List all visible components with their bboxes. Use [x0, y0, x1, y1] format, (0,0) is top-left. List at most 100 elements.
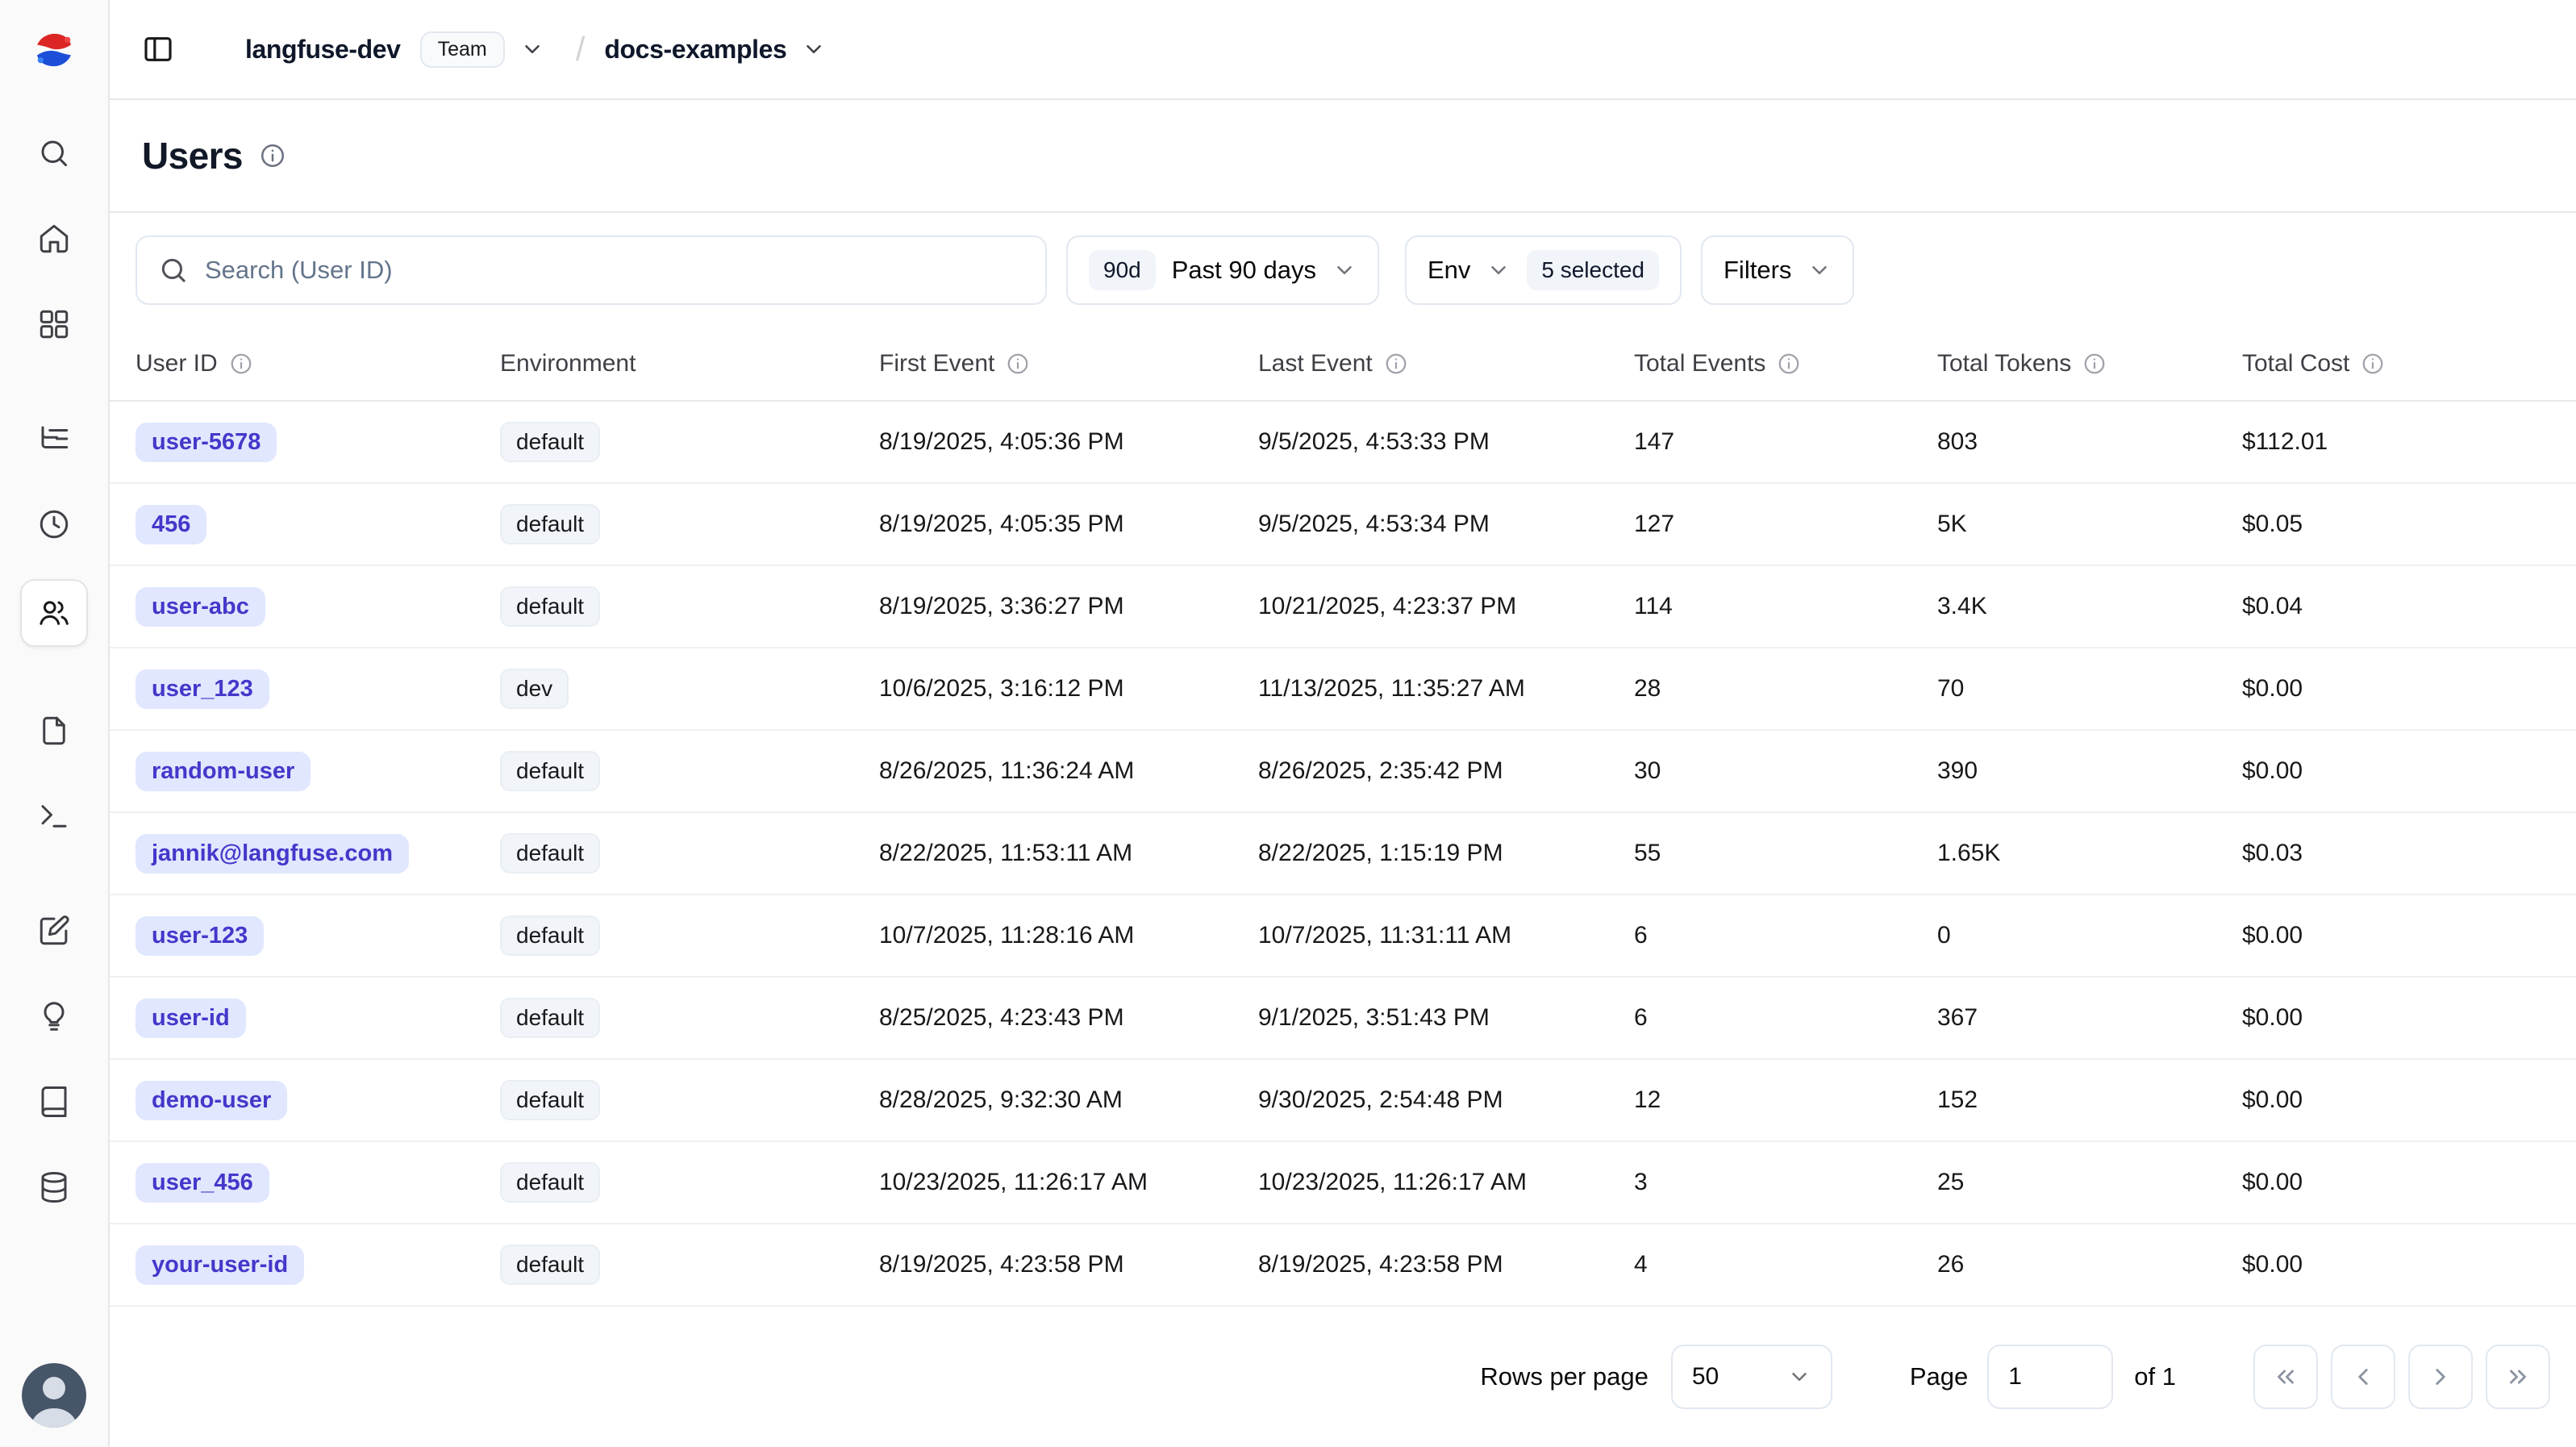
last-event-cell: 9/5/2025, 4:53:34 PM	[1232, 511, 1608, 538]
filters-button[interactable]: Filters	[1701, 236, 1854, 305]
project-name[interactable]: docs-examples	[604, 35, 786, 65]
column-header[interactable]: Total Cost	[2216, 350, 2576, 377]
env-filter-select[interactable]: Env 5 selected	[1405, 236, 1682, 305]
user-id-badge[interactable]: user-5678	[135, 423, 277, 462]
total-cost-cell: $0.00	[2216, 1169, 2576, 1196]
user-id-badge[interactable]: user-abc	[135, 587, 265, 627]
user-id-badge[interactable]: user-id	[135, 999, 246, 1038]
sidebar-item-tracing[interactable]	[23, 408, 85, 469]
rows-per-page-select[interactable]: 50	[1671, 1345, 1832, 1409]
user-id-badge[interactable]: user-123	[135, 916, 264, 956]
last-event-cell: 9/1/2025, 3:51:43 PM	[1232, 1004, 1608, 1032]
table-row[interactable]: user_456 default 10/23/2025, 11:26:17 AM…	[110, 1142, 2576, 1224]
column-label: Total Events	[1634, 350, 1765, 377]
sidebar-item-sessions[interactable]	[23, 494, 85, 555]
sidebar-toggle-button[interactable]	[135, 27, 181, 72]
page-number-input[interactable]	[1987, 1345, 2113, 1409]
column-header[interactable]: Total Events	[1608, 350, 1911, 377]
first-event-cell: 8/19/2025, 4:23:58 PM	[853, 1251, 1232, 1278]
date-range-shortcut-badge: 90d	[1089, 250, 1156, 290]
org-name[interactable]: langfuse-dev	[245, 35, 401, 65]
table-row[interactable]: user-abc default 8/19/2025, 3:36:27 PM 1…	[110, 566, 2576, 648]
first-page-button[interactable]	[2253, 1345, 2318, 1409]
environment-badge: dev	[500, 669, 569, 709]
sidebar-item-insights[interactable]	[23, 986, 85, 1047]
user-id-badge[interactable]: demo-user	[135, 1081, 287, 1120]
langfuse-logo[interactable]	[0, 0, 108, 100]
user-avatar[interactable]	[22, 1363, 86, 1428]
table-row[interactable]: demo-user default 8/28/2025, 9:32:30 AM …	[110, 1060, 2576, 1142]
search-icon	[37, 136, 71, 170]
square-pen-icon	[37, 914, 71, 948]
column-label: First Event	[879, 350, 994, 377]
column-label: Total Tokens	[1937, 350, 2071, 377]
column-header[interactable]: Environment	[474, 350, 853, 377]
table-row[interactable]: user-5678 default 8/19/2025, 4:05:36 PM …	[110, 402, 2576, 484]
user-id-badge[interactable]: user_456	[135, 1163, 269, 1203]
chevrons-left-icon	[2272, 1363, 2299, 1391]
next-page-button[interactable]	[2408, 1345, 2473, 1409]
column-header[interactable]: User ID	[110, 350, 474, 377]
user-id-badge[interactable]: user_123	[135, 669, 269, 709]
sidebar-item-prompts[interactable]	[23, 700, 85, 761]
column-header[interactable]: Last Event	[1232, 350, 1608, 377]
last-page-button[interactable]	[2486, 1345, 2550, 1409]
total-tokens-cell: 26	[1911, 1251, 2216, 1278]
column-info-icon	[229, 352, 253, 376]
sidebar-item-users[interactable]	[20, 579, 88, 647]
user-id-badge[interactable]: jannik@langfuse.com	[135, 834, 409, 874]
env-selected-badge: 5 selected	[1527, 250, 1659, 290]
total-cost-cell: $112.01	[2216, 428, 2576, 456]
sidebar-item-playground[interactable]	[23, 786, 85, 847]
column-info-icon	[1384, 352, 1408, 376]
langfuse-logo-icon	[31, 27, 77, 73]
chevrons-right-icon	[2504, 1363, 2532, 1391]
table-row[interactable]: jannik@langfuse.com default 8/22/2025, 1…	[110, 813, 2576, 895]
project-switcher-button[interactable]	[796, 31, 832, 67]
org-type-badge: Team	[420, 31, 505, 68]
table-row[interactable]: user-id default 8/25/2025, 4:23:43 PM 9/…	[110, 978, 2576, 1060]
total-events-cell: 127	[1608, 511, 1911, 538]
first-event-cell: 8/28/2025, 9:32:30 AM	[853, 1086, 1232, 1114]
user-id-badge[interactable]: your-user-id	[135, 1245, 304, 1285]
sidebar-item-evaluations[interactable]	[23, 900, 85, 961]
sidebar-item-home[interactable]	[23, 208, 85, 269]
table-row[interactable]: 456 default 8/19/2025, 4:05:35 PM 9/5/20…	[110, 484, 2576, 566]
page-header: Users	[110, 100, 2576, 213]
file-icon	[37, 714, 71, 748]
column-info-icon	[1006, 352, 1030, 376]
table-row[interactable]: user_123 dev 10/6/2025, 3:16:12 PM 11/13…	[110, 648, 2576, 731]
total-events-cell: 3	[1608, 1169, 1911, 1196]
first-event-cell: 8/19/2025, 4:05:35 PM	[853, 511, 1232, 538]
chevron-down-icon	[1787, 1365, 1811, 1389]
chevron-down-icon	[1332, 258, 1357, 282]
sidebar-item-dashboards[interactable]	[23, 294, 85, 355]
total-cost-cell: $0.03	[2216, 840, 2576, 867]
total-tokens-cell: 1.65K	[1911, 840, 2216, 867]
sidebar-item-datasets[interactable]	[23, 1157, 85, 1218]
user-id-badge[interactable]: 456	[135, 505, 206, 544]
date-range-select[interactable]: 90d Past 90 days	[1066, 236, 1379, 305]
page-title: Users	[142, 134, 243, 177]
table-row[interactable]: user-123 default 10/7/2025, 11:28:16 AM …	[110, 895, 2576, 978]
table-row[interactable]: your-user-id default 8/19/2025, 4:23:58 …	[110, 1224, 2576, 1307]
total-tokens-cell: 70	[1911, 675, 2216, 703]
total-cost-cell: $0.00	[2216, 1086, 2576, 1114]
sidebar-item-search[interactable]	[23, 123, 85, 184]
total-cost-cell: $0.04	[2216, 593, 2576, 620]
org-switcher-button[interactable]	[515, 31, 550, 67]
list-tree-icon	[37, 422, 71, 456]
search-input[interactable]	[205, 256, 1024, 285]
chevron-right-icon	[2427, 1363, 2454, 1391]
previous-page-button[interactable]	[2331, 1345, 2395, 1409]
chevron-left-icon	[2349, 1363, 2377, 1391]
chevron-down-icon	[802, 37, 826, 61]
first-event-cell: 10/7/2025, 11:28:16 AM	[853, 922, 1232, 949]
column-header[interactable]: First Event	[853, 350, 1232, 377]
column-header[interactable]: Total Tokens	[1911, 350, 2216, 377]
user-id-badge[interactable]: random-user	[135, 752, 311, 791]
total-events-cell: 6	[1608, 1004, 1911, 1032]
table-row[interactable]: random-user default 8/26/2025, 11:36:24 …	[110, 731, 2576, 813]
sidebar-item-docs[interactable]	[23, 1071, 85, 1132]
chevron-down-icon	[520, 37, 544, 61]
